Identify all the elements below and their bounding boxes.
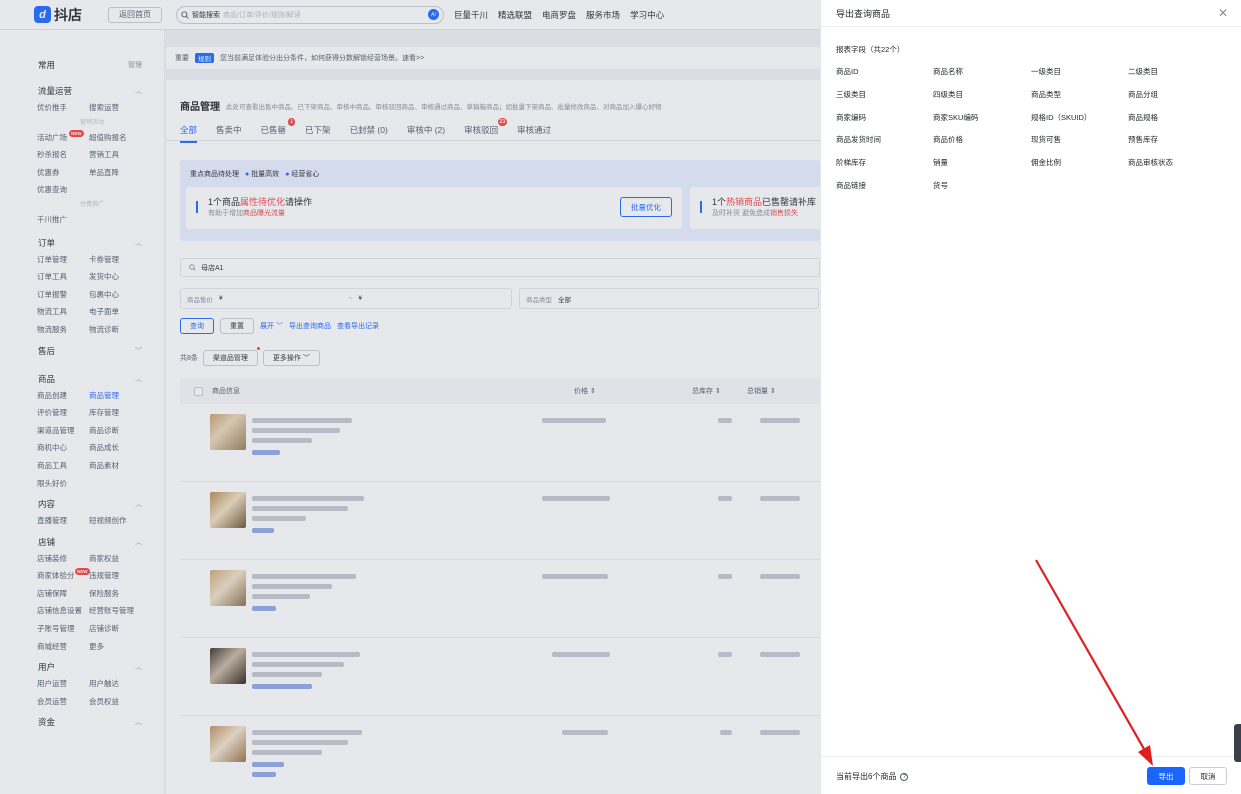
cancel-button[interactable]: 取消 [1189,767,1227,785]
side-tools-tab[interactable] [1234,724,1241,762]
field-item: 商品类型 [1031,89,1061,99]
field-item: 预售库存 [1128,135,1158,145]
field-item: 佣金比例 [1031,158,1061,168]
field-item: 商品规格 [1128,112,1158,122]
field-item: 销量 [933,158,948,168]
drawer-footer: 当前导出6个商品 ? 导出 取消 [821,756,1241,794]
field-item: 商品发货时间 [836,135,881,145]
field-item: 商品审核状态 [1128,158,1173,168]
modal-overlay[interactable] [0,0,820,794]
close-icon[interactable]: ✕ [1218,6,1228,20]
field-item: 二级类目 [1128,67,1158,76]
field-item: 商品链接 [836,180,866,190]
export-count: 当前导出6个商品 ? [836,771,909,782]
export-button[interactable]: 导出 [1147,767,1185,785]
drawer-header: 导出查询商品 ✕ [821,0,1241,27]
field-item: 阶梯库存 [836,158,866,168]
report-fields-list: 商品ID 商品名称 一级类目 二级类目 三级类目 四级类目 商品类型 商品分组 … [836,66,1225,203]
report-fields-title: 报表字段（共22个） [836,45,905,54]
drawer-title: 导出查询商品 [836,8,891,19]
field-item: 三级类目 [836,89,866,99]
field-item: 商家编码 [836,112,866,122]
field-item: 规格ID（SKUID） [1031,112,1092,122]
field-item: 现货可售 [1031,135,1061,145]
export-count-text: 当前导出6个商品 [836,772,897,781]
field-item: 商品名称 [933,67,963,76]
help-icon[interactable]: ? [900,772,909,781]
field-item: 一级类目 [1031,67,1061,76]
field-item: 货号 [933,180,948,190]
field-item: 商品分组 [1128,89,1158,99]
field-item: 四级类目 [933,89,963,99]
export-drawer: 导出查询商品 ✕ 报表字段（共22个） 商品ID 商品名称 一级类目 二级类目 … [820,0,1241,794]
field-item: 商品ID [836,67,859,76]
field-item: 商家SKU编码 [933,112,979,122]
field-item: 商品价格 [933,135,963,145]
